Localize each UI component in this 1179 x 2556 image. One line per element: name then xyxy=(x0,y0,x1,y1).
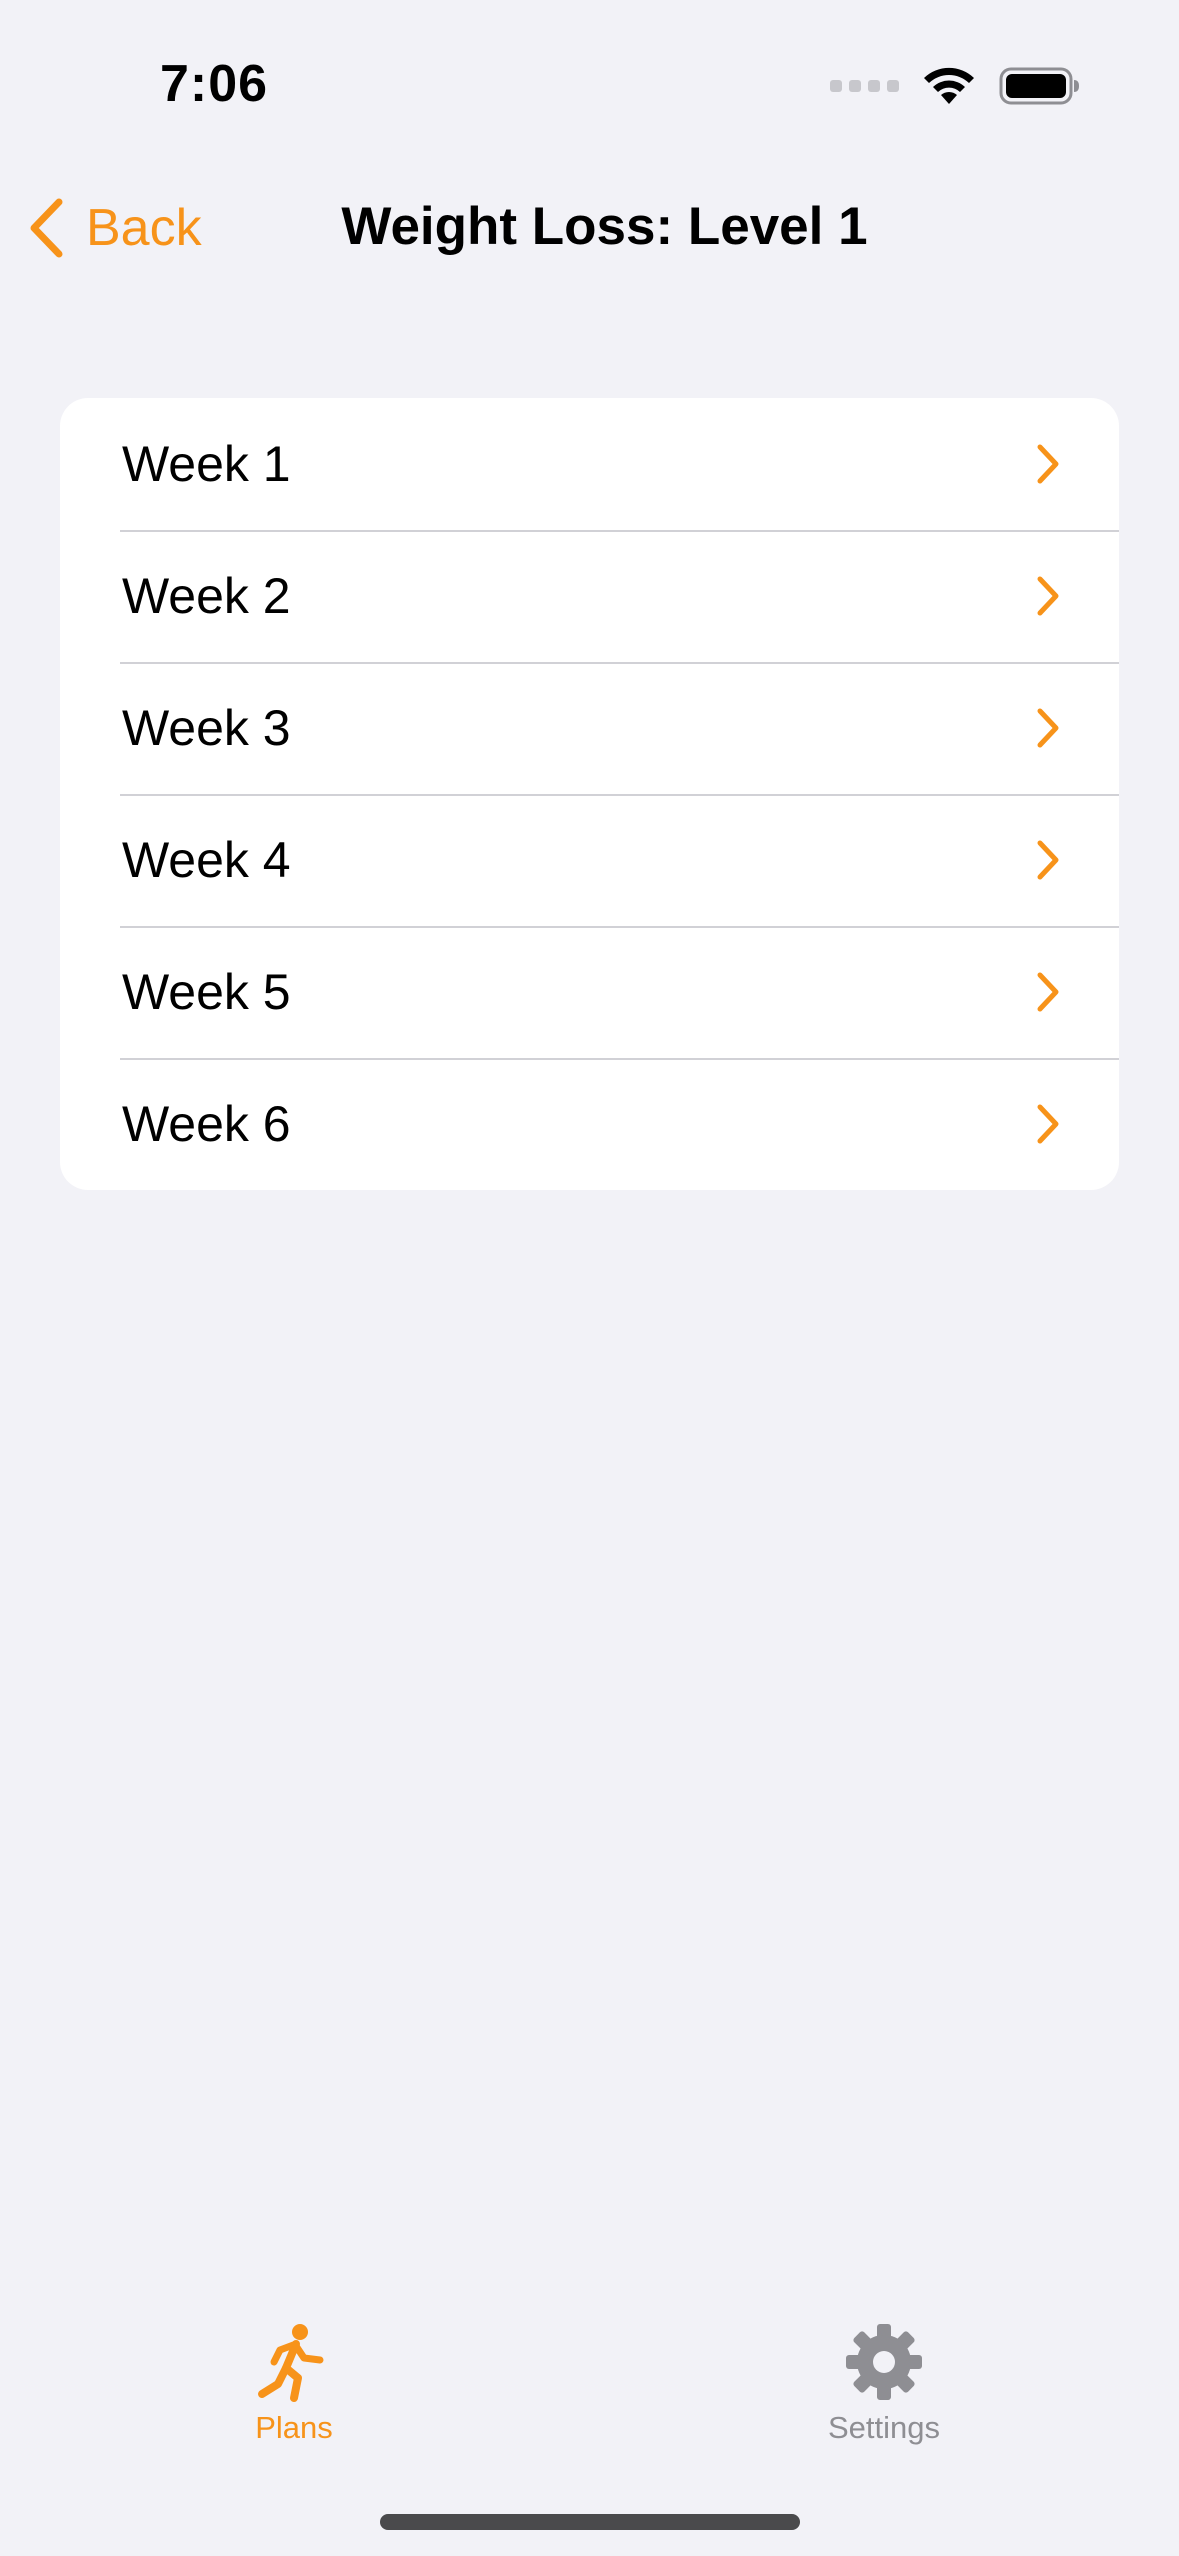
list-item-label: Week 5 xyxy=(122,964,291,1020)
tab-label: Settings xyxy=(827,2410,940,2445)
chevron-right-icon xyxy=(1037,708,1059,748)
list-item-label: Week 3 xyxy=(122,700,291,756)
status-icons xyxy=(830,66,1081,106)
chevron-right-icon xyxy=(1037,1104,1059,1144)
list-item-week-2[interactable]: Week 2 xyxy=(60,530,1119,662)
chevron-right-icon xyxy=(1037,576,1059,616)
home-indicator[interactable] xyxy=(380,2514,800,2530)
list-item-week-4[interactable]: Week 4 xyxy=(60,794,1119,926)
wifi-icon xyxy=(924,67,974,104)
page-title: Weight Loss: Level 1 xyxy=(341,197,868,256)
screen: 7:06 Back Weight Loss: Level 1 Week 1 We… xyxy=(0,0,1179,2556)
list-item-label: Week 1 xyxy=(122,436,291,492)
cellular-signal-icon xyxy=(830,80,899,92)
chevron-right-icon xyxy=(1037,972,1059,1012)
gear-icon xyxy=(846,2324,922,2400)
tab-settings[interactable]: Settings xyxy=(754,2320,1014,2460)
battery-icon xyxy=(999,67,1079,105)
list-item-week-6[interactable]: Week 6 xyxy=(60,1058,1119,1190)
tab-label: Plans xyxy=(255,2410,333,2445)
chevron-right-icon xyxy=(1037,444,1059,484)
list-item-label: Week 2 xyxy=(122,568,291,624)
list-item-week-1[interactable]: Week 1 xyxy=(60,398,1119,530)
list-item-week-3[interactable]: Week 3 xyxy=(60,662,1119,794)
list-item-label: Week 4 xyxy=(122,832,291,888)
tab-plans[interactable]: Plans xyxy=(164,2320,424,2460)
list-item-label: Week 6 xyxy=(122,1096,291,1152)
status-time: 7:06 xyxy=(160,55,269,113)
week-list: Week 1 Week 2 Week 3 Week 4 Week 5 Week … xyxy=(60,398,1119,1190)
chevron-right-icon xyxy=(1037,840,1059,880)
list-item-week-5[interactable]: Week 5 xyxy=(60,926,1119,1058)
running-figure-icon xyxy=(258,2324,324,2402)
